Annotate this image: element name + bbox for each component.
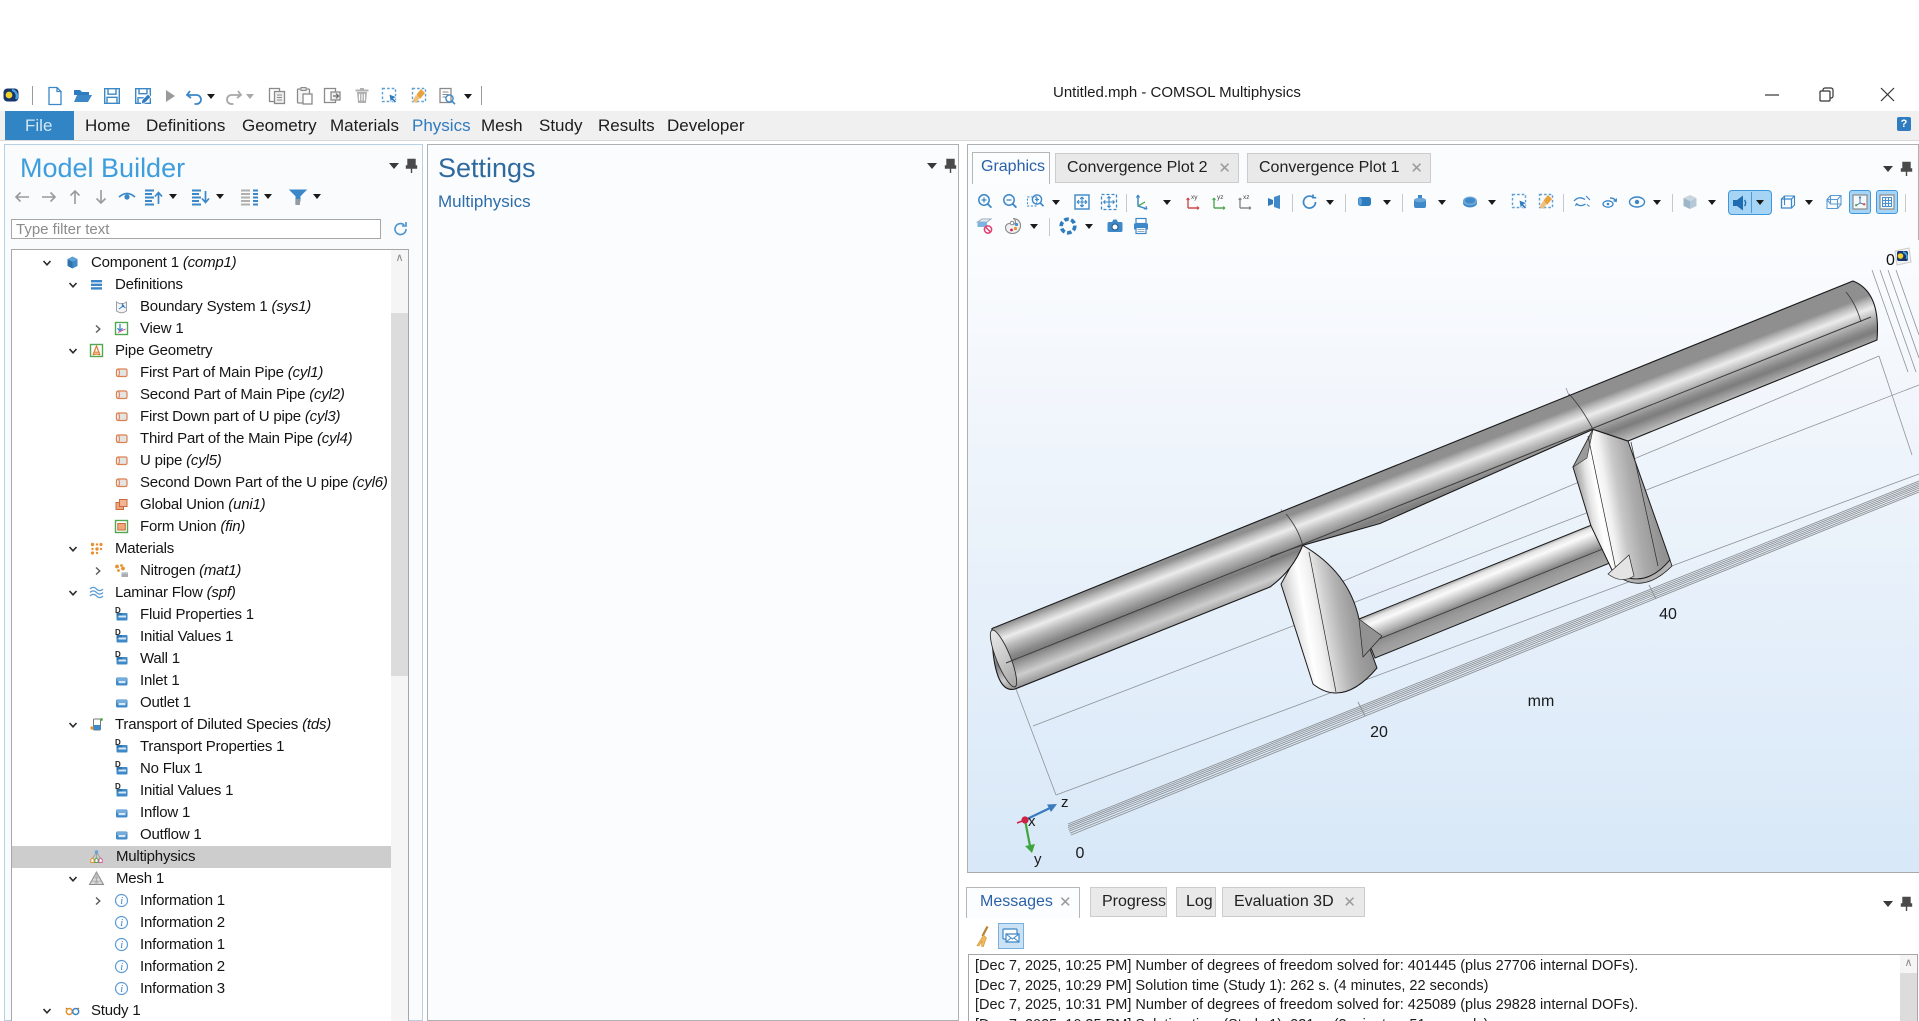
svg-text:xz: xz: [1243, 194, 1250, 201]
svg-text:mm: mm: [1528, 693, 1555, 710]
svg-text:20: 20: [1370, 724, 1388, 741]
svg-text:yz: yz: [1217, 194, 1224, 201]
svg-text:0: 0: [1076, 845, 1085, 862]
svg-text:xy: xy: [1191, 194, 1198, 201]
svg-text:0: 0: [1886, 252, 1895, 269]
svg-text:y: y: [1034, 851, 1042, 868]
svg-text:z: z: [1061, 794, 1069, 811]
svg-text:x: x: [1028, 813, 1036, 830]
svg-text:40: 40: [1659, 606, 1677, 623]
